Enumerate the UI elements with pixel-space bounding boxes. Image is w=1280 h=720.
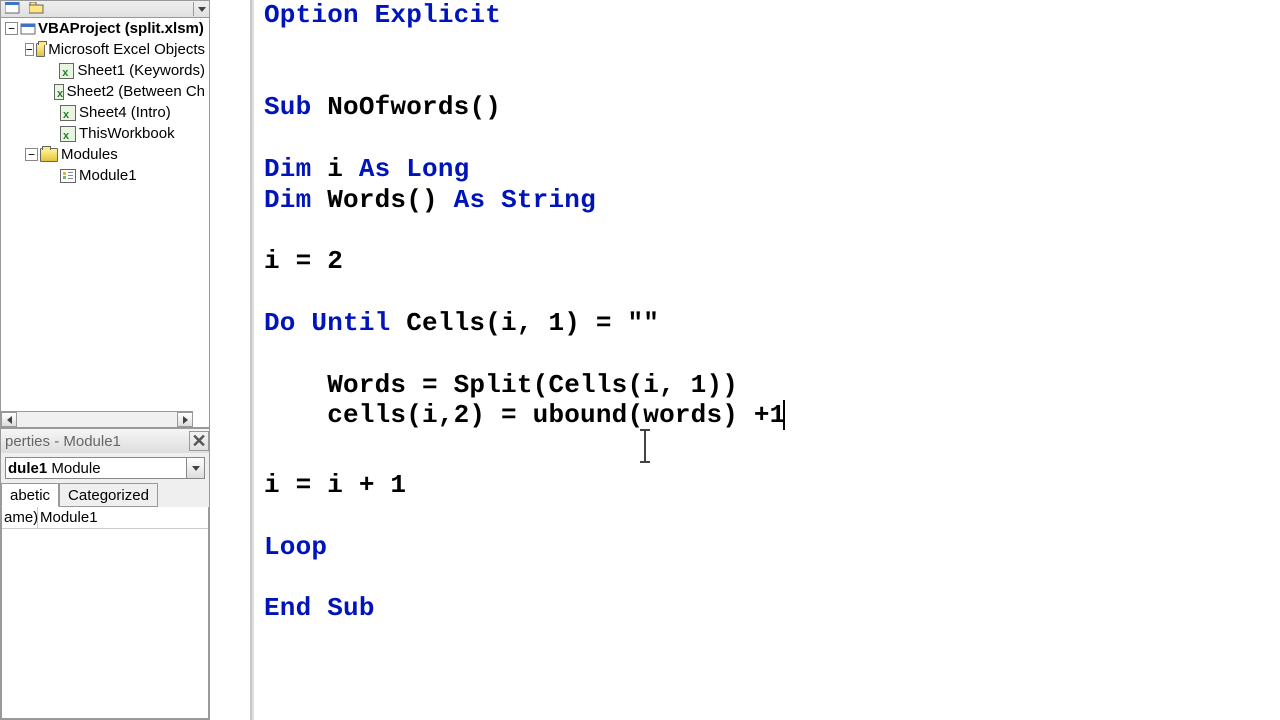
code-keyword: End Sub xyxy=(264,593,375,623)
mouse-cursor-ibeam xyxy=(644,431,646,461)
code-text: Words = Split(Cells(i, 1)) xyxy=(264,370,738,400)
code-keyword: Sub xyxy=(264,92,311,122)
property-value-cell[interactable]: Module1 xyxy=(38,507,208,529)
code-text: i = 2 xyxy=(264,246,343,276)
project-tree[interactable]: − VBAProject (split.xlsm) − Microsoft Ex… xyxy=(0,18,210,428)
chevron-down-icon xyxy=(198,7,206,12)
code-keyword: Do Until xyxy=(264,308,390,338)
tab-categorized[interactable]: Categorized xyxy=(59,483,158,507)
worksheet-icon xyxy=(54,84,64,100)
code-keyword: Dim xyxy=(264,154,311,184)
property-name-cell: ame) xyxy=(2,507,38,529)
code-text: i = i + 1 xyxy=(264,470,406,500)
collapse-icon[interactable]: − xyxy=(25,148,38,161)
tree-label: Microsoft Excel Objects xyxy=(48,39,205,60)
property-row-name[interactable]: ame) Module1 xyxy=(2,507,208,529)
properties-title-bar: perties - Module1 ✕ xyxy=(1,429,209,453)
collapse-icon[interactable]: − xyxy=(25,43,34,56)
code-margin[interactable] xyxy=(210,0,252,720)
chevron-down-icon xyxy=(192,466,200,471)
worksheet-icon xyxy=(59,63,74,79)
combo-object-type: Module xyxy=(47,460,100,477)
module-icon xyxy=(60,169,76,183)
code-keyword: Dim xyxy=(264,185,311,215)
tree-label: Sheet2 (Between Ch xyxy=(67,81,205,102)
code-editor[interactable]: Option Explicit Sub NoOfwords() Dim i As… xyxy=(254,0,1280,720)
tree-node-sheet2[interactable]: Sheet2 (Between Ch xyxy=(45,81,205,102)
toolbar-icon-2[interactable] xyxy=(29,2,49,16)
close-icon: ✕ xyxy=(191,431,206,452)
code-text: Words() xyxy=(311,185,453,215)
collapse-icon[interactable]: − xyxy=(5,22,18,35)
tree-label: Modules xyxy=(61,144,118,165)
tree-label: ThisWorkbook xyxy=(79,123,175,144)
tree-label: Sheet4 (Intro) xyxy=(79,102,171,123)
tree-label: VBAProject (split.xlsm) xyxy=(38,18,204,39)
tree-label: Sheet1 (Keywords) xyxy=(77,60,205,81)
code-text: NoOfwords() xyxy=(311,92,501,122)
properties-tabs: abetic Categorized xyxy=(1,483,209,507)
tab-label: abetic xyxy=(10,487,50,504)
tree-node-thisworkbook[interactable]: ThisWorkbook xyxy=(45,123,205,144)
scroll-track[interactable] xyxy=(17,412,177,427)
code-keyword: As String xyxy=(454,185,596,215)
close-button[interactable]: ✕ xyxy=(189,431,209,451)
folder-icon xyxy=(36,43,46,57)
tree-node-excel-objects[interactable]: − Microsoft Excel Objects xyxy=(25,39,205,60)
code-text: cells(i,2) = ubound(words) +1 xyxy=(264,400,785,430)
code-keyword: As Long xyxy=(359,154,470,184)
tab-label: Categorized xyxy=(68,487,149,504)
scroll-left-button[interactable] xyxy=(1,412,17,427)
folder-icon xyxy=(40,148,58,162)
code-text: Cells(i, 1) = "" xyxy=(390,308,659,338)
object-combobox[interactable]: dule1 Module xyxy=(5,457,205,479)
tree-node-project[interactable]: − VBAProject (split.xlsm) xyxy=(5,18,205,39)
project-icon xyxy=(20,22,38,36)
code-keyword: Option Explicit xyxy=(264,0,501,30)
toolbar-dropdown[interactable] xyxy=(193,2,209,16)
code-text: i xyxy=(311,154,358,184)
properties-pane: perties - Module1 ✕ dule1 Module abetic … xyxy=(0,428,210,720)
properties-grid[interactable]: ame) Module1 xyxy=(1,507,209,719)
code-editor-pane: Option Explicit Sub NoOfwords() Dim i As… xyxy=(210,0,1280,720)
combo-object-name: dule1 xyxy=(8,460,47,477)
combo-dropdown-button[interactable] xyxy=(186,458,204,478)
arrow-right-icon xyxy=(183,416,188,424)
properties-title: perties - Module1 xyxy=(5,433,121,450)
tree-node-sheet4[interactable]: Sheet4 (Intro) xyxy=(45,102,205,123)
toolbar-icon-1[interactable] xyxy=(5,2,25,16)
tree-node-module1[interactable]: Module1 xyxy=(45,165,205,186)
tree-h-scrollbar[interactable] xyxy=(1,411,193,427)
tree-node-sheet1[interactable]: Sheet1 (Keywords) xyxy=(45,60,205,81)
tree-node-modules[interactable]: − Modules xyxy=(25,144,205,165)
worksheet-icon xyxy=(60,105,76,121)
project-explorer-pane: − VBAProject (split.xlsm) − Microsoft Ex… xyxy=(0,0,210,720)
tree-label: Module1 xyxy=(79,165,137,186)
tab-alphabetic[interactable]: abetic xyxy=(1,483,59,507)
text-caret xyxy=(783,400,785,430)
workbook-icon xyxy=(60,126,76,142)
scroll-right-button[interactable] xyxy=(177,412,193,427)
arrow-left-icon xyxy=(7,416,12,424)
explorer-toolbar xyxy=(0,0,210,18)
code-keyword: Loop xyxy=(264,532,327,562)
